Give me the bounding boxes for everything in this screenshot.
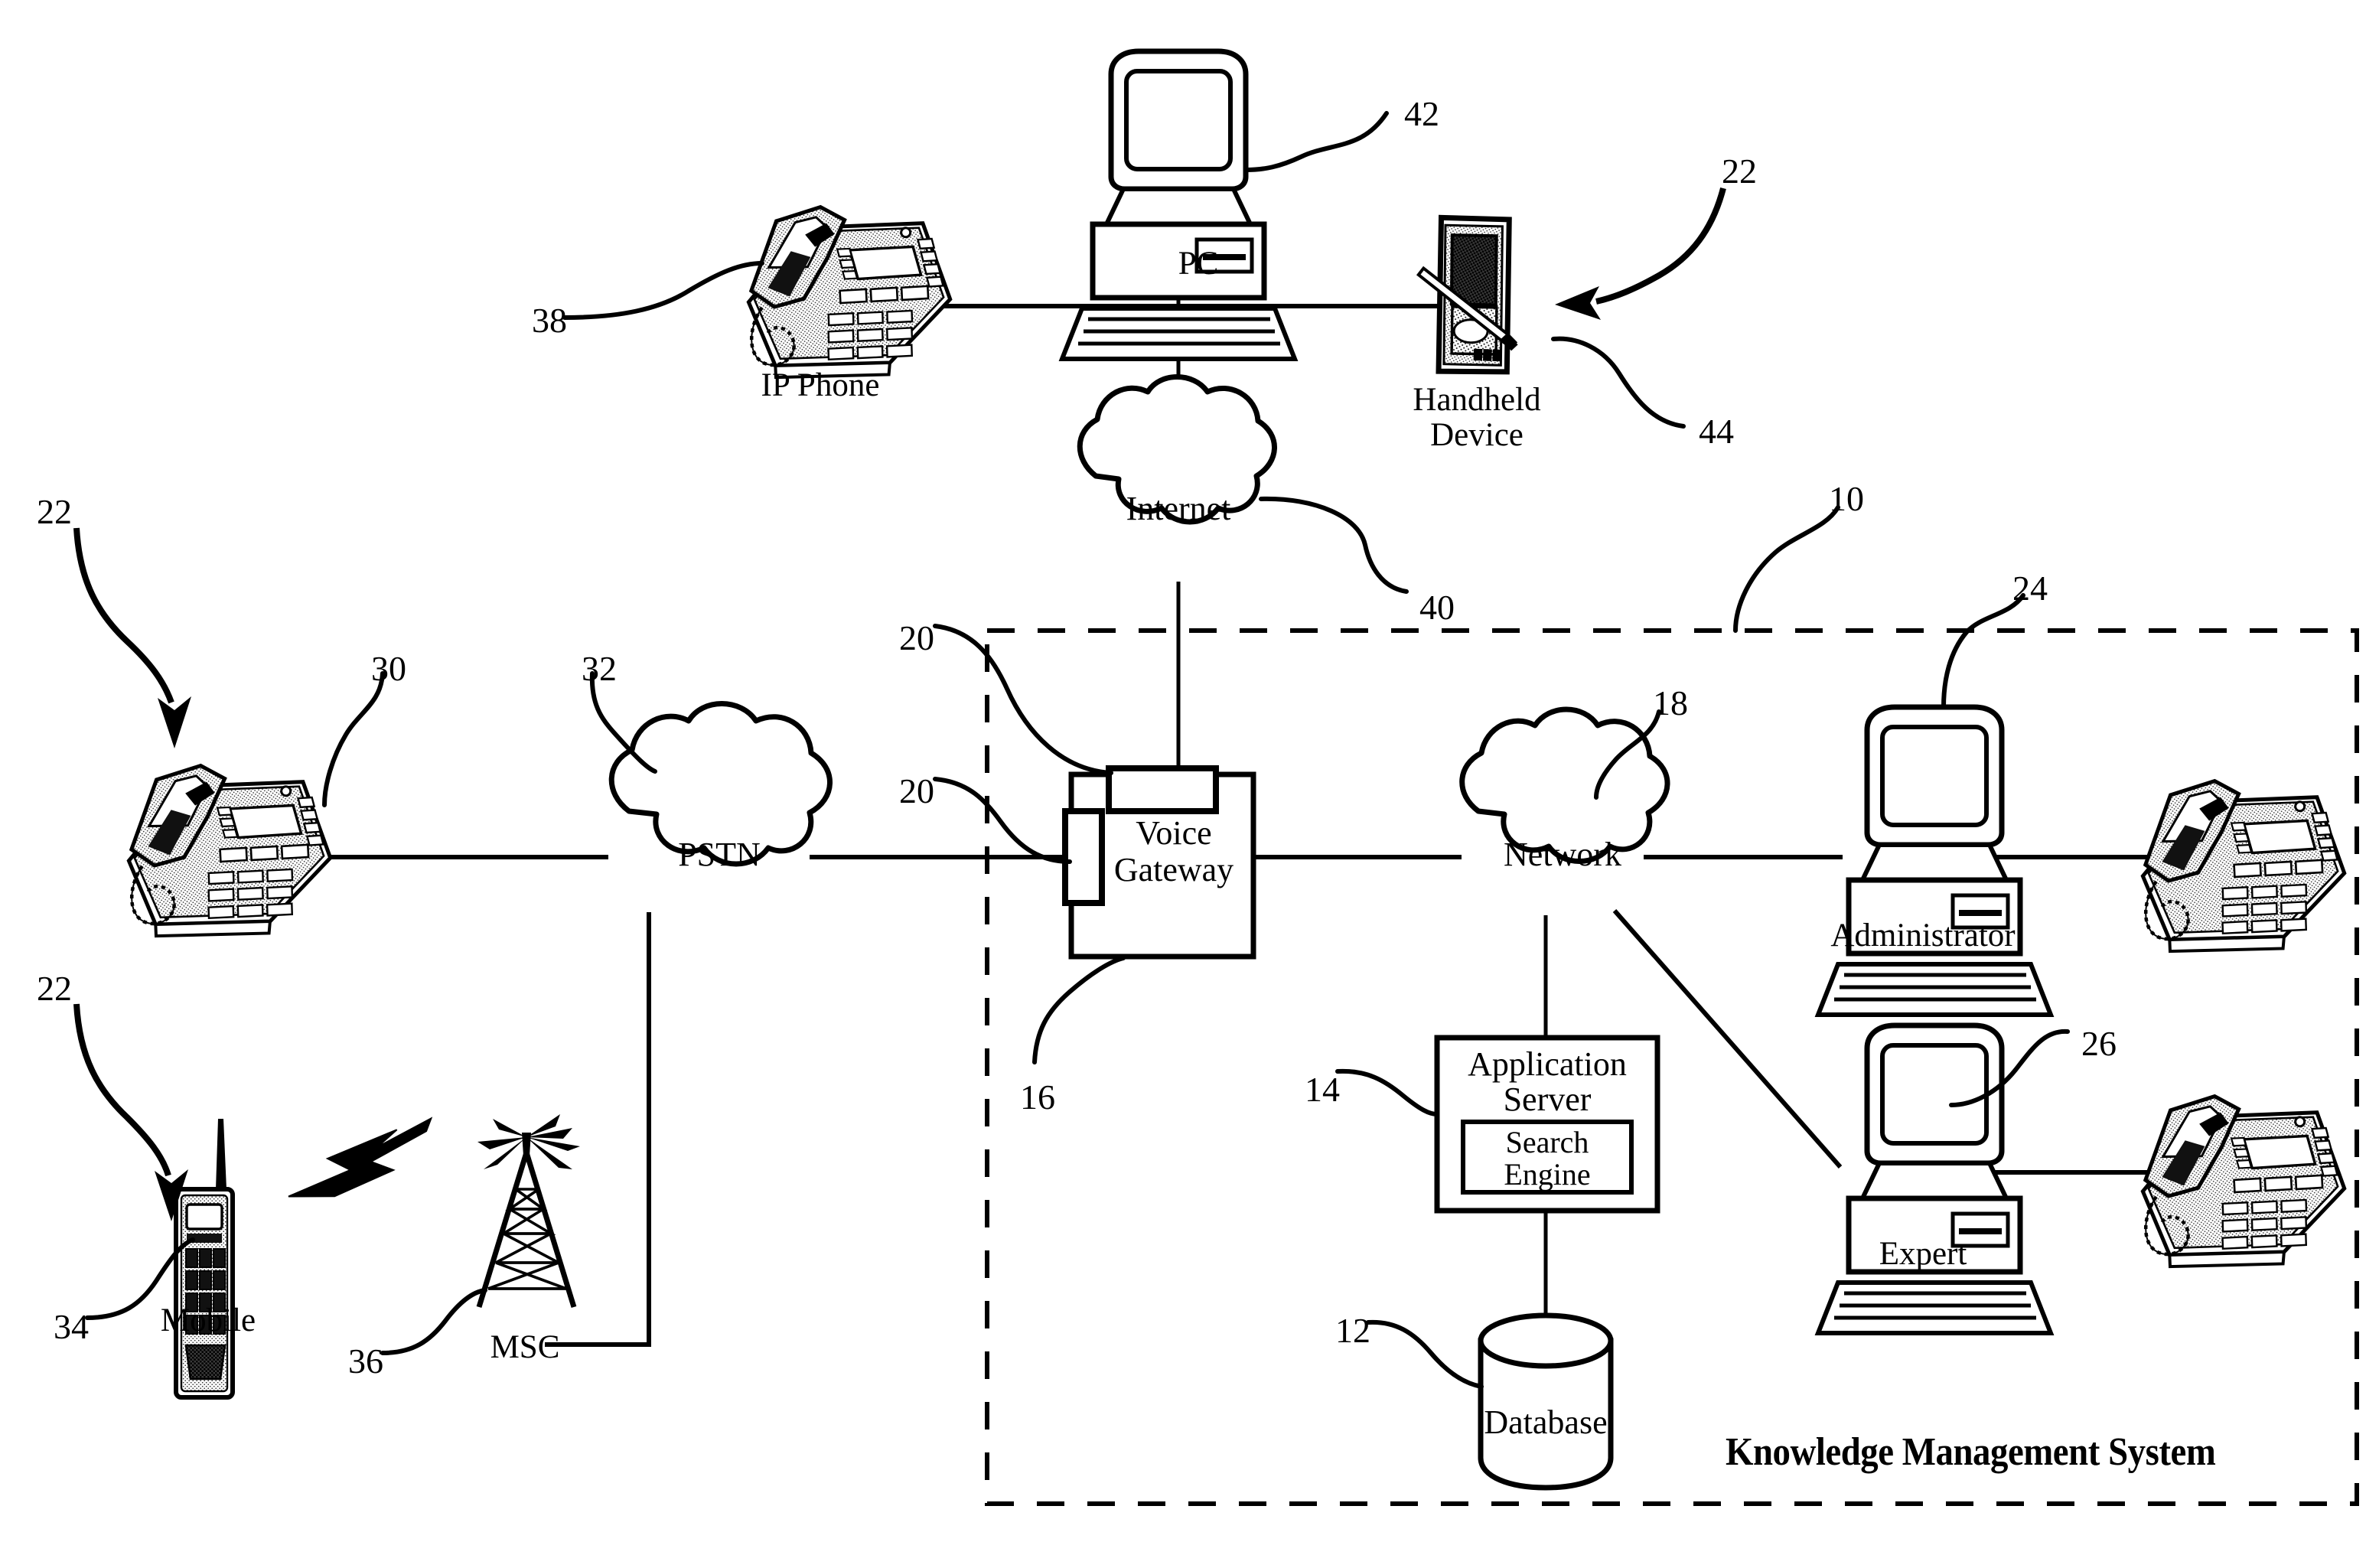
arrow-22-handheld (1555, 187, 1726, 320)
voice-gateway-top-port (1106, 765, 1219, 814)
handheld-device-illustration (1394, 200, 1550, 390)
search-engine-label-line1: Search (1505, 1125, 1589, 1159)
voice-gateway-label-line2: Gateway (1113, 851, 1234, 888)
ip-phone-illustration (731, 187, 962, 397)
figure-drawing-canvas (73, 0, 2359, 1506)
database-label: Database (1484, 1403, 1608, 1441)
ref-numeral-16: 16 (1020, 1077, 1055, 1117)
application-server-label-line2: Server (1503, 1081, 1592, 1118)
ref-numeral-40: 40 (1419, 588, 1455, 627)
expert-caption: Expert (1879, 1236, 1967, 1272)
leader-10 (1733, 505, 1840, 633)
ref-numeral-24: 24 (2012, 569, 2048, 608)
leader-30 (322, 671, 385, 807)
handheld-caption-line2: Device (1430, 417, 1524, 453)
msc-cell-tower-illustration (477, 1114, 580, 1307)
pc-illustration (1062, 51, 1295, 359)
application-server-label-line1: Application (1468, 1045, 1627, 1083)
arrow-22-mobile (73, 1003, 188, 1221)
expert-phone-illustration (2125, 1077, 2356, 1286)
rf-link-bolt-icon (281, 1117, 439, 1202)
ref-numeral-20-left: 20 (899, 771, 934, 810)
leader-20-top (933, 624, 1113, 775)
ref-numeral-44: 44 (1699, 412, 1734, 451)
ref-numeral-14: 14 (1305, 1070, 1340, 1109)
search-engine-label-line2: Engine (1504, 1157, 1591, 1191)
ref-numeral-36: 36 (348, 1341, 383, 1381)
leader-20-left (933, 777, 1072, 864)
leader-14 (1335, 1068, 1439, 1117)
administrator-caption: Administrator (1830, 918, 2016, 954)
leader-42 (1243, 111, 1389, 172)
ref-numeral-12: 12 (1335, 1311, 1370, 1350)
ref-numeral-22-mobile: 22 (37, 969, 72, 1008)
handheld-caption-line1: Handheld (1413, 382, 1541, 418)
database-cylinder (1478, 1312, 1614, 1491)
arrow-22-legacy-phone (73, 527, 191, 748)
ip-phone-caption: IP Phone (761, 367, 880, 403)
ref-numeral-30: 30 (371, 649, 406, 688)
leader-40 (1259, 496, 1409, 594)
legacy-phone-illustration (111, 746, 342, 956)
ref-numeral-10: 10 (1829, 479, 1864, 518)
link-pstn-msc (545, 912, 651, 1347)
patent-figure: Internet PSTN Voice Gateway Network Appl… (0, 0, 2379, 1568)
leader-38 (562, 261, 764, 320)
knowledge-management-system-boundary (985, 628, 2359, 1506)
msc-caption: MSC (490, 1329, 560, 1365)
network-label: Network (1504, 836, 1621, 873)
ref-numeral-38: 38 (532, 301, 567, 340)
ref-numeral-22-handheld: 22 (1722, 152, 1757, 191)
leader-16 (1032, 956, 1126, 1064)
mobile-phone-illustration (176, 1119, 233, 1397)
administrator-phone-illustration (2125, 761, 2356, 971)
ref-numeral-18: 18 (1653, 683, 1688, 722)
ref-numeral-42: 42 (1404, 94, 1439, 133)
leader-12 (1366, 1319, 1484, 1389)
mobile-caption: Mobile (160, 1302, 256, 1338)
pstn-label: PSTN (678, 836, 761, 873)
knowledge-management-system-title: Knowledge Management System (1726, 1430, 2216, 1474)
voice-gateway-label-line1: Voice (1136, 814, 1212, 852)
administrator-computer-illustration (1818, 707, 2051, 1015)
pc-caption: PC (1178, 246, 1219, 282)
ref-numeral-34: 34 (54, 1307, 89, 1346)
leader-24 (1941, 593, 2025, 709)
ref-numeral-22-legacy-phone: 22 (37, 492, 72, 531)
ref-numeral-26: 26 (2081, 1024, 2117, 1063)
ref-numeral-20-top: 20 (899, 618, 934, 657)
ref-numeral-32: 32 (582, 649, 617, 688)
internet-label: Internet (1126, 490, 1231, 527)
